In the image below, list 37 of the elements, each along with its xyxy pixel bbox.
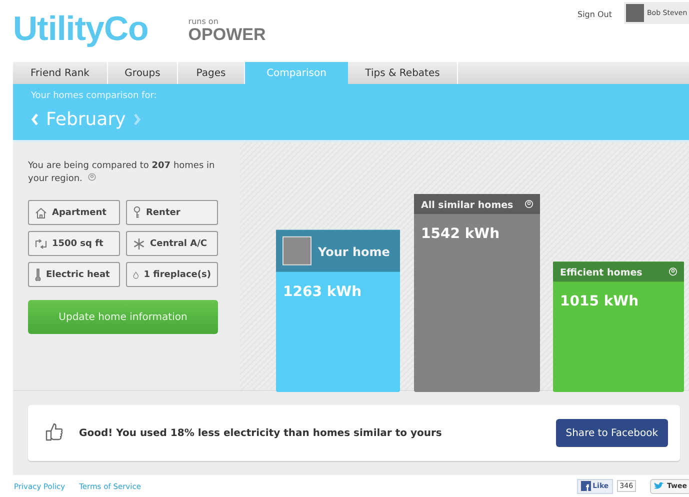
opower-logo: OPOWER <box>188 26 266 44</box>
bar-value: 1263 kWh <box>283 284 362 300</box>
nav-tab[interactable]: Tips & Rebates <box>348 62 458 84</box>
bar-label: Efficient homes <box>560 268 642 279</box>
bird-icon <box>654 482 664 490</box>
home-attribute-button[interactable]: Renter <box>126 200 218 225</box>
utilityco-logo: UtilityCo <box>13 10 148 49</box>
comparison-summary: You are being compared to 207 homes in your region. <box>28 160 216 186</box>
sign-out-link[interactable]: Sign Out <box>578 10 612 19</box>
photo-placeholder <box>282 236 312 266</box>
arrows-icon <box>35 238 47 248</box>
nav-tab[interactable]: Groups <box>108 62 178 84</box>
nav-tab[interactable]: Pages <box>178 62 245 84</box>
help-icon[interactable] <box>88 173 96 181</box>
bar-value: 1542 kWh <box>421 226 500 242</box>
facebook-icon <box>580 481 591 491</box>
next-icon[interactable] <box>132 113 141 126</box>
comparison-caption: Your homes comparison for: <box>31 91 158 101</box>
runs-on-caption: runs on <box>188 17 220 26</box>
home-attribute-button[interactable]: 1 fireplace(s) <box>126 262 218 287</box>
month-label: February <box>46 109 126 130</box>
bar-value: 1015 kWh <box>560 294 639 310</box>
home-attribute-button[interactable]: 1500 sq ft <box>28 231 120 256</box>
thermometer-icon <box>35 268 41 281</box>
nav-tab[interactable]: Friend Rank <box>13 62 108 84</box>
house-icon <box>35 206 47 218</box>
avatar-placeholder <box>626 4 644 22</box>
snowflake-icon <box>133 238 145 250</box>
previous-icon[interactable] <box>31 113 39 126</box>
bar-label: All similar homes <box>421 200 514 211</box>
bar-label: Your home <box>318 244 390 259</box>
share-facebook-button[interactable]: Share to Facebook <box>556 419 668 447</box>
home-attribute-button[interactable]: Electric heat <box>28 262 120 287</box>
result-message: Good! You used 18% less electricity than homes similar to yours <box>79 428 442 438</box>
key-icon <box>133 206 141 219</box>
home-attribute-button[interactable]: Central A/C <box>126 231 218 256</box>
home-attribute-button[interactable]: Apartment <box>28 200 120 225</box>
